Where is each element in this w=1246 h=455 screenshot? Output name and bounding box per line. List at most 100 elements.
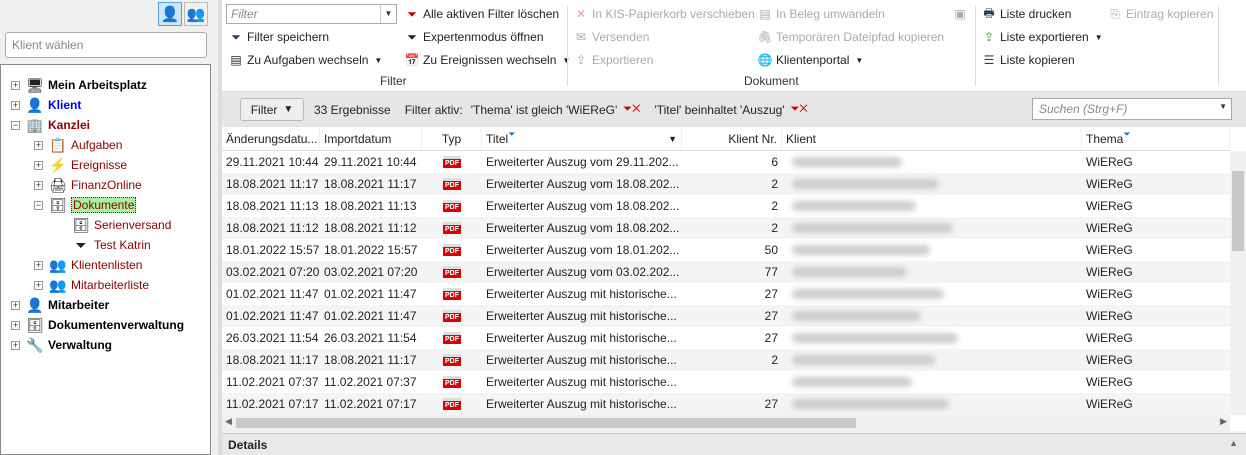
table-row[interactable]: 18.08.2021 11:13 18.08.2021 11:13 PDF Erwei… (222, 195, 1230, 217)
table-row[interactable]: 11.02.2021 07:37 11.02.2021 07:37 PDF Erwei… (222, 371, 1230, 393)
table-row[interactable]: 18.08.2021 11:17 18.08.2021 11:17 PDF Erwei… (222, 173, 1230, 195)
column-header[interactable]: Klient (782, 127, 1082, 150)
expand-icon[interactable]: + (11, 80, 20, 90)
tree-node-label: Mein Arbeitsplatz (48, 78, 147, 92)
expand-icon[interactable]: + (11, 320, 20, 330)
export-list-button[interactable]: ⇪ Liste exportieren ▼ (981, 27, 1103, 47)
filter-combobox[interactable]: Filter ▼ (226, 4, 397, 24)
single-client-button[interactable]: 👤 (158, 2, 182, 26)
tree-node[interactable]: + ⚡ Ereignisse (34, 155, 127, 175)
client-portal-button[interactable]: 🌐 Klientenportal ▼ (757, 50, 864, 70)
group-clients-button[interactable]: 👥 (184, 2, 208, 26)
filter-active-icon: ⏷ (508, 129, 516, 139)
collapse-icon[interactable]: − (11, 120, 20, 130)
column-header[interactable]: Klient Nr. (682, 127, 782, 150)
column-label: Klient Nr. (728, 131, 777, 146)
expert-mode-button[interactable]: ⏷ Expertenmodus öffnen (404, 27, 544, 47)
filter-placeholder: Filter (231, 7, 258, 21)
pdf-button[interactable]: ▣ (952, 4, 971, 24)
table-row[interactable]: 01.02.2021 11:47 01.02.2021 11:47 PDF Erwei… (222, 305, 1230, 327)
copy-list-button[interactable]: ☰ Liste kopieren (981, 50, 1075, 70)
expand-icon[interactable]: + (34, 140, 43, 150)
pdf-icon: PDF (422, 283, 482, 305)
table-cell: Erweiterter Auszug mit historische... (486, 331, 677, 345)
tree-node[interactable]: − 🗄 Dokumente (34, 195, 137, 215)
send-button[interactable]: ✉ Versenden (573, 27, 649, 47)
label: Exportieren (592, 53, 654, 67)
switch-to-events-button[interactable]: 📅Zu Ereignissen wechseln▼ (404, 50, 571, 70)
column-header[interactable]: Importdatum (320, 127, 422, 150)
chevron-down-icon: ▼ (374, 55, 383, 65)
table-row[interactable]: 18.08.2021 11:12 18.08.2021 11:12 PDF Erwei… (222, 217, 1230, 239)
scroll-left-icon[interactable]: ◀ (225, 416, 232, 427)
filter-dropdown-button[interactable]: Filter ▼ (240, 98, 304, 121)
redacted-text (792, 245, 930, 255)
table-cell: Erweiterter Auszug vom 03.02.202... (486, 265, 680, 279)
table-row[interactable]: 11.02.2021 07:17 11.02.2021 07:17 PDF Erwei… (222, 393, 1230, 415)
convert-to-receipt-button[interactable]: ▤ In Beleg umwandeln (757, 4, 884, 24)
redacted-text (792, 289, 944, 299)
column-header[interactable]: Änderungsdatu... (222, 127, 320, 150)
tree-node[interactable]: + 🔧 Verwaltung (11, 335, 112, 355)
table-cell: 77 (764, 265, 778, 279)
column-header[interactable]: Thema ⏷ (1082, 127, 1230, 150)
horizontal-scrollbar[interactable]: ◀ ▶ (222, 415, 1230, 431)
tree-node[interactable]: ⏷ Test Katrin (57, 235, 150, 255)
tree-node[interactable]: + 📋 Aufgaben (34, 135, 122, 155)
sort-dropdown-icon[interactable]: ▼ (668, 134, 677, 144)
table-row[interactable]: 29.11.2021 10:44 29.11.2021 10:44 PDF Erwei… (222, 151, 1230, 173)
remove-filter-icon[interactable]: ⏷✕ (623, 103, 640, 116)
client-select-input[interactable]: Klient wählen (5, 32, 207, 58)
expand-icon[interactable]: + (11, 100, 20, 110)
expand-icon[interactable]: + (11, 300, 20, 310)
clear-filters-button[interactable]: ⏷ Alle aktiven Filter löschen (404, 4, 559, 24)
pdf-icon: PDF (422, 173, 482, 195)
expand-icon[interactable]: + (34, 180, 43, 190)
table-row[interactable]: 18.01.2022 15:57 18.01.2022 15:57 PDF Erwei… (222, 239, 1230, 261)
details-panel-header[interactable]: Details ▲ (222, 433, 1246, 455)
expand-icon[interactable]: ▲ (1229, 438, 1238, 448)
table-cell: 01.02.2021 11:47 (324, 287, 417, 301)
scroll-thumb[interactable] (236, 418, 856, 428)
tree-node[interactable]: + 🖥 Mein Arbeitsplatz (11, 75, 147, 95)
tree-node[interactable]: + 🖨 FinanzOnline (34, 175, 142, 195)
column-header[interactable]: Typ (422, 127, 482, 150)
tree-node[interactable]: + 👥 Klientenlisten (34, 255, 142, 275)
remove-filter-icon[interactable]: ⏷✕ (791, 103, 808, 116)
expand-icon[interactable]: + (34, 260, 43, 270)
table-row[interactable]: 18.08.2021 11:17 18.08.2021 11:17 PDF Erwei… (222, 349, 1230, 371)
export-button[interactable]: ⇪ Exportieren (573, 50, 653, 70)
expand-icon[interactable]: + (34, 280, 43, 290)
table-row[interactable]: 26.03.2021 11:54 26.03.2021 11:54 PDF Erwei… (222, 327, 1230, 349)
expand-icon[interactable]: + (11, 340, 20, 350)
people-icon: 👥 (49, 276, 67, 293)
expand-icon[interactable]: + (34, 160, 43, 170)
label: Expertenmodus öffnen (423, 30, 544, 44)
tree-node[interactable]: 🗄 Serienversand (57, 215, 171, 235)
pdf-icon: PDF (422, 261, 482, 283)
tree-node[interactable]: + 🗄 Dokumentenverwaltung (11, 315, 184, 335)
collapse-icon[interactable]: − (34, 200, 43, 210)
scroll-right-icon[interactable]: ▶ (1220, 416, 1227, 427)
chevron-down-icon[interactable]: ▼ (1219, 102, 1227, 111)
label: Zu Ereignissen wechseln (423, 53, 557, 67)
print-list-button[interactable]: 🖶 Liste drucken (981, 4, 1071, 24)
table-row[interactable]: 01.02.2021 11:47 01.02.2021 11:47 PDF Erwei… (222, 283, 1230, 305)
table-cell: 11.02.2021 07:17 (324, 397, 417, 411)
tree-node[interactable]: + 👥 Mitarbeiterliste (34, 275, 149, 295)
tree-node[interactable]: + 👤 Klient (11, 95, 81, 115)
vertical-scrollbar[interactable] (1230, 151, 1246, 415)
copy-entry-button[interactable]: ⎘ Eintrag kopieren (1107, 4, 1213, 24)
copy-temp-path-button[interactable]: 🖇 Temporären Dateipfad kopieren (757, 27, 944, 47)
filter-save-button[interactable]: ⏷ Filter speichern (228, 27, 329, 47)
tree-node[interactable]: + 👤 Mitarbeiter (11, 295, 109, 315)
pdf-icon: PDF (422, 305, 482, 327)
move-to-trash-button[interactable]: ✕ In KIS-Papierkorb verschieben (573, 4, 755, 24)
switch-to-tasks-button[interactable]: ▤ Zu Aufgaben wechseln ▼ (228, 50, 382, 70)
column-header[interactable]: Titel ⏷ ▼ (482, 127, 682, 150)
table-row[interactable]: 03.02.2021 07:20 03.02.2021 07:20 PDF Erwei… (222, 261, 1230, 283)
scroll-thumb[interactable] (1232, 171, 1244, 251)
search-input[interactable]: Suchen (Strg+F) ▼ (1032, 98, 1232, 120)
chevron-down-icon[interactable]: ▼ (380, 5, 396, 23)
tree-node[interactable]: − 🏢 Kanzlei (11, 115, 90, 135)
